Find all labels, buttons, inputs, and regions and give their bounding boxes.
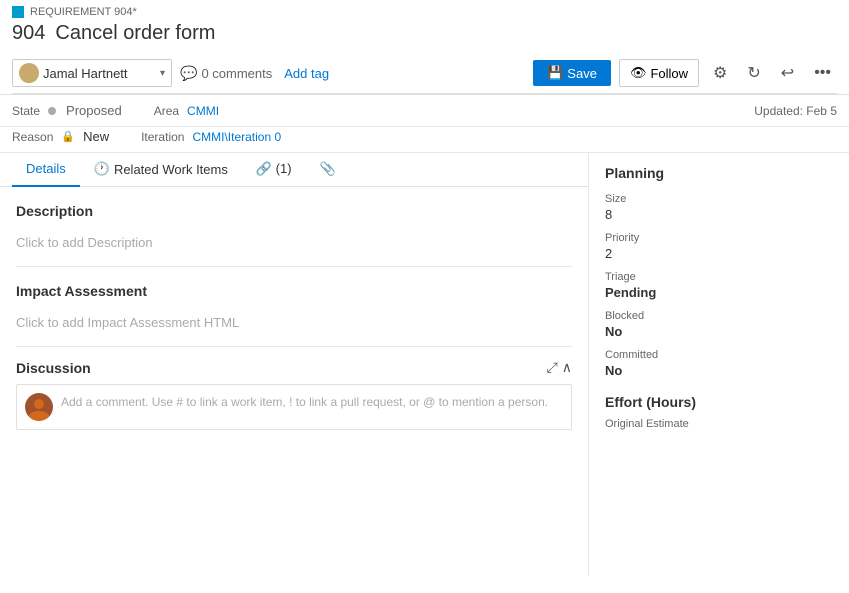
assignee-name: Jamal Hartnett (43, 66, 156, 81)
save-icon: 💾 (547, 65, 563, 81)
refresh-button[interactable]: ↻ (741, 59, 766, 87)
iteration-field: Iteration CMMI\Iteration 0 (141, 130, 281, 144)
triage-value[interactable]: Pending (605, 285, 833, 300)
settings-button[interactable]: ⚙ (707, 59, 733, 87)
priority-value[interactable]: 2 (605, 246, 833, 261)
add-tag-button[interactable]: Add tag (284, 66, 329, 81)
blocked-field: Blocked No (605, 310, 833, 339)
expand-icon[interactable]: ⤢ (547, 359, 558, 376)
discussion-controls: ⤢ ∧ (547, 359, 572, 376)
tab-links[interactable]: 🔗 (1) (242, 153, 306, 187)
description-title: Description (16, 203, 572, 219)
committed-value[interactable]: No (605, 363, 833, 378)
iteration-value[interactable]: CMMI\Iteration 0 (192, 130, 281, 144)
follow-icon: 👁 (630, 65, 647, 81)
attachment-icon: 📎 (320, 161, 336, 176)
state-dot (48, 107, 56, 115)
area-label: Area (154, 104, 179, 118)
content-area: Details 🕐 Related Work Items 🔗 (1) 📎 Des… (0, 153, 849, 576)
impact-placeholder[interactable]: Click to add Impact Assessment HTML (16, 307, 572, 338)
history-icon: 🕐 (94, 161, 110, 177)
comment-box: Add a comment. Use # to link a work item… (16, 384, 572, 430)
user-avatar (25, 393, 53, 421)
description-section: Description Click to add Description (0, 187, 588, 266)
save-button[interactable]: 💾 Save (533, 60, 611, 86)
original-estimate-field: Original Estimate (605, 418, 833, 430)
tab-related-work-items[interactable]: 🕐 Related Work Items (80, 153, 242, 187)
assignee-avatar (19, 63, 39, 83)
work-item-title[interactable]: Cancel order form (55, 22, 215, 45)
left-panel: Details 🕐 Related Work Items 🔗 (1) 📎 Des… (0, 153, 589, 576)
description-placeholder[interactable]: Click to add Description (16, 227, 572, 258)
state-value[interactable]: Proposed (66, 103, 122, 118)
blocked-value[interactable]: No (605, 324, 833, 339)
undo-button[interactable]: ↩ (775, 59, 800, 87)
chevron-down-icon: ▾ (160, 68, 165, 79)
right-panel: Planning Size 8 Priority 2 Triage Pendin… (589, 153, 849, 576)
work-item-number: 904 (12, 22, 45, 45)
work-item-type-label: REQUIREMENT 904* (30, 6, 137, 18)
follow-label: Follow (650, 66, 688, 81)
committed-label: Committed (605, 349, 833, 361)
collapse-icon[interactable]: ∧ (562, 359, 572, 376)
meta-bar: State Proposed Area CMMI Updated: Feb 5 (0, 95, 849, 127)
work-item-title-row: 904 Cancel order form (12, 22, 837, 45)
comments-count: 0 comments (201, 66, 272, 81)
work-item-type: REQUIREMENT 904* (12, 6, 837, 18)
tab-details-label: Details (26, 161, 66, 176)
state-label: State (12, 104, 40, 118)
priority-field: Priority 2 (605, 232, 833, 261)
requirement-icon (12, 6, 24, 18)
original-estimate-label: Original Estimate (605, 418, 833, 430)
reason-value[interactable]: New (83, 129, 109, 144)
impact-title: Impact Assessment (16, 283, 572, 299)
effort-title: Effort (Hours) (605, 394, 833, 410)
tab-related-label: Related Work Items (114, 162, 228, 177)
meta-bar-2: Reason 🔒 New Iteration CMMI\Iteration 0 (0, 127, 849, 153)
lock-icon: 🔒 (61, 130, 75, 143)
reason-label: Reason (12, 130, 53, 144)
discussion-title: Discussion (16, 360, 91, 376)
iteration-label: Iteration (141, 130, 184, 144)
tab-attachments[interactable]: 📎 (306, 153, 350, 187)
blocked-label: Blocked (605, 310, 833, 322)
tabs: Details 🕐 Related Work Items 🔗 (1) 📎 (0, 153, 588, 187)
discussion-header: Discussion ⤢ ∧ (0, 347, 588, 384)
comments-button[interactable]: 💬 0 comments (180, 65, 272, 82)
state-field: State Proposed (12, 103, 122, 118)
triage-field: Triage Pending (605, 271, 833, 300)
planning-title: Planning (605, 165, 833, 181)
tab-links-label: (1) (276, 161, 292, 176)
save-label: Save (567, 66, 597, 81)
follow-button[interactable]: 👁 Follow (619, 59, 699, 87)
link-icon: 🔗 (256, 161, 272, 176)
comment-icon: 💬 (180, 65, 197, 82)
triage-label: Triage (605, 271, 833, 283)
size-field: Size 8 (605, 193, 833, 222)
area-field: Area CMMI (154, 104, 219, 118)
assignee-dropdown[interactable]: Jamal Hartnett ▾ (12, 59, 172, 87)
impact-section: Impact Assessment Click to add Impact As… (0, 267, 588, 346)
size-label: Size (605, 193, 833, 205)
size-value[interactable]: 8 (605, 207, 833, 222)
tab-details[interactable]: Details (12, 153, 80, 187)
area-value[interactable]: CMMI (187, 104, 219, 118)
updated-timestamp: Updated: Feb 5 (754, 104, 837, 118)
comment-input[interactable]: Add a comment. Use # to link a work item… (61, 393, 563, 411)
toolbar: Jamal Hartnett ▾ 💬 0 comments Add tag 💾 … (12, 53, 837, 94)
reason-field: Reason 🔒 New (12, 129, 109, 144)
priority-label: Priority (605, 232, 833, 244)
more-options-button[interactable]: ••• (808, 60, 837, 86)
committed-field: Committed No (605, 349, 833, 378)
